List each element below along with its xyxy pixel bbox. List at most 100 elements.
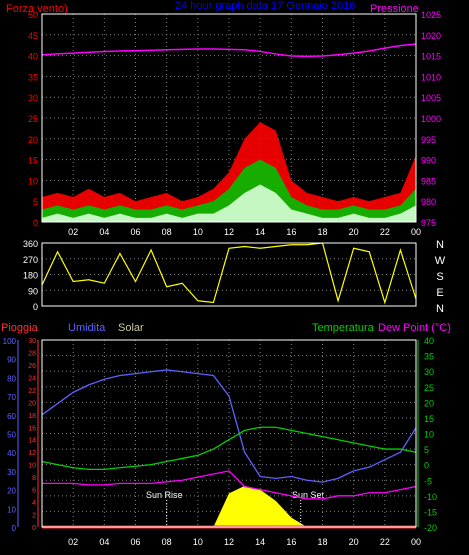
humidity-tick-label: 20 bbox=[7, 487, 16, 496]
rain-tick-label: 22 bbox=[28, 388, 36, 395]
rain-tick-label: 30 bbox=[28, 338, 36, 345]
pressure-tick-label: 1020 bbox=[421, 31, 441, 41]
pressure-tick-label: 985 bbox=[421, 176, 436, 186]
pressure-tick-label: 1025 bbox=[421, 10, 441, 20]
temperature-tick-label: 0 bbox=[424, 461, 429, 471]
compass-label: E bbox=[436, 287, 443, 299]
humidity-tick-label: 0 bbox=[12, 524, 17, 533]
wind-tick-label: 15 bbox=[28, 156, 38, 166]
pressure-tick-label: 1010 bbox=[421, 72, 441, 82]
time-tick-label: 16 bbox=[286, 227, 296, 237]
direction-line bbox=[41, 242, 417, 305]
pressure-tick-label: 995 bbox=[421, 135, 436, 145]
time-tick-label: 00 bbox=[411, 537, 421, 547]
time-tick-label: 20 bbox=[349, 227, 359, 237]
temperature-tick-label: 30 bbox=[424, 367, 434, 377]
compass-label: S bbox=[436, 271, 443, 283]
weather-graph-svg: Forza vento) 24 hour graph data 17 Genna… bbox=[1, 0, 451, 547]
solar-label: Solar bbox=[118, 322, 144, 334]
wind-tick-label: 30 bbox=[28, 93, 38, 103]
time-tick-label: 14 bbox=[255, 227, 265, 237]
temperature-tick-label: 15 bbox=[424, 414, 434, 424]
humidity-tick-label: 80 bbox=[7, 374, 16, 383]
time-tick-label: 18 bbox=[317, 227, 327, 237]
rain-tick-label: 6 bbox=[32, 488, 36, 495]
time-tick-label: 08 bbox=[162, 537, 172, 547]
time-tick-label: 04 bbox=[99, 227, 109, 237]
rain-tick-label: 26 bbox=[28, 363, 36, 370]
wind-tick-label: 50 bbox=[28, 10, 38, 20]
temperature-tick-label: 20 bbox=[424, 398, 434, 408]
direction-tick-label: 0 bbox=[33, 302, 38, 312]
humidity-tick-label: 60 bbox=[7, 412, 16, 421]
wind-tick-label: 35 bbox=[28, 72, 38, 82]
humidity-tick-label: 30 bbox=[7, 468, 16, 477]
compass-label: N bbox=[436, 239, 444, 251]
rain-tick-label: 4 bbox=[32, 500, 36, 507]
time-tick-label: 04 bbox=[99, 537, 109, 547]
rain-tick-label: 12 bbox=[28, 450, 36, 457]
pressure-tick-label: 1015 bbox=[421, 52, 441, 62]
time-tick-label: 22 bbox=[380, 537, 390, 547]
temperature-tick-label: -10 bbox=[424, 492, 437, 502]
wind-tick-label: 5 bbox=[33, 197, 38, 207]
time-tick-label: 18 bbox=[317, 537, 327, 547]
time-tick-label: 02 bbox=[68, 537, 78, 547]
humidity-label: Umidita bbox=[68, 322, 106, 334]
rain-tick-label: 20 bbox=[28, 400, 36, 407]
wind-tick-label: 10 bbox=[28, 176, 38, 186]
time-tick-label: 14 bbox=[255, 537, 265, 547]
time-tick-label: 06 bbox=[130, 537, 140, 547]
dewpoint-label: Dew Point (°C) bbox=[378, 322, 451, 334]
humidity-tick-label: 100 bbox=[3, 337, 17, 346]
humidity-tick-label: 10 bbox=[7, 505, 16, 514]
time-tick-label: 02 bbox=[68, 227, 78, 237]
time-tick-label: 20 bbox=[349, 537, 359, 547]
wind-tick-label: 40 bbox=[28, 52, 38, 62]
pressure-axis-label: Pressione bbox=[370, 3, 419, 15]
time-tick-label: 10 bbox=[193, 227, 203, 237]
pressure-tick-label: 990 bbox=[421, 156, 436, 166]
time-tick-label: 12 bbox=[224, 227, 234, 237]
time-tick-label: 08 bbox=[162, 227, 172, 237]
humidity-tick-label: 40 bbox=[7, 449, 16, 458]
chart-title: 24 hour graph data 17 Gennaio 2016 bbox=[175, 0, 355, 12]
compass-label: W bbox=[435, 255, 446, 267]
rain-label: Pioggia bbox=[1, 322, 39, 334]
temperature-tick-label: 35 bbox=[424, 352, 434, 362]
time-tick-label: 10 bbox=[193, 537, 203, 547]
humidity-tick-label: 50 bbox=[7, 431, 16, 440]
pressure-tick-label: 980 bbox=[421, 197, 436, 207]
temperature-tick-label: -5 bbox=[424, 476, 432, 486]
wind-tick-label: 25 bbox=[28, 114, 38, 124]
wind-tick-label: 45 bbox=[28, 31, 38, 41]
rain-tick-label: 16 bbox=[28, 425, 36, 432]
rain-tick-label: 10 bbox=[28, 463, 36, 470]
temperature-tick-label: 5 bbox=[424, 445, 429, 455]
rain-tick-label: 14 bbox=[28, 438, 36, 445]
time-tick-label: 00 bbox=[411, 227, 421, 237]
temperature-label: Temperatura bbox=[312, 322, 375, 334]
temperature-tick-label: -15 bbox=[424, 507, 437, 517]
rain-tick-label: 2 bbox=[32, 513, 36, 520]
direction-tick-label: 180 bbox=[23, 271, 38, 281]
rain-tick-label: 18 bbox=[28, 413, 36, 420]
pressure-tick-label: 1005 bbox=[421, 93, 441, 103]
temperature-tick-label: 10 bbox=[424, 430, 434, 440]
rain-tick-label: 8 bbox=[32, 475, 36, 482]
time-tick-label: 22 bbox=[380, 227, 390, 237]
rain-tick-label: 0 bbox=[32, 525, 36, 532]
direction-tick-label: 360 bbox=[23, 239, 38, 249]
pressure-tick-label: 975 bbox=[421, 218, 436, 228]
pressure-tick-label: 1000 bbox=[421, 114, 441, 124]
direction-tick-label: 90 bbox=[28, 286, 38, 296]
direction-tick-label: 270 bbox=[23, 255, 38, 265]
weather-graph: Forza vento) 24 hour graph data 17 Genna… bbox=[0, 0, 469, 555]
temperature-tick-label: 25 bbox=[424, 383, 434, 393]
rain-tick-label: 24 bbox=[28, 375, 36, 382]
sunrise-annotation: Sun Rise bbox=[146, 490, 183, 500]
time-tick-label: 12 bbox=[224, 537, 234, 547]
humidity-tick-label: 70 bbox=[7, 393, 16, 402]
time-tick-label: 16 bbox=[286, 537, 296, 547]
temperature-tick-label: -20 bbox=[424, 523, 437, 533]
